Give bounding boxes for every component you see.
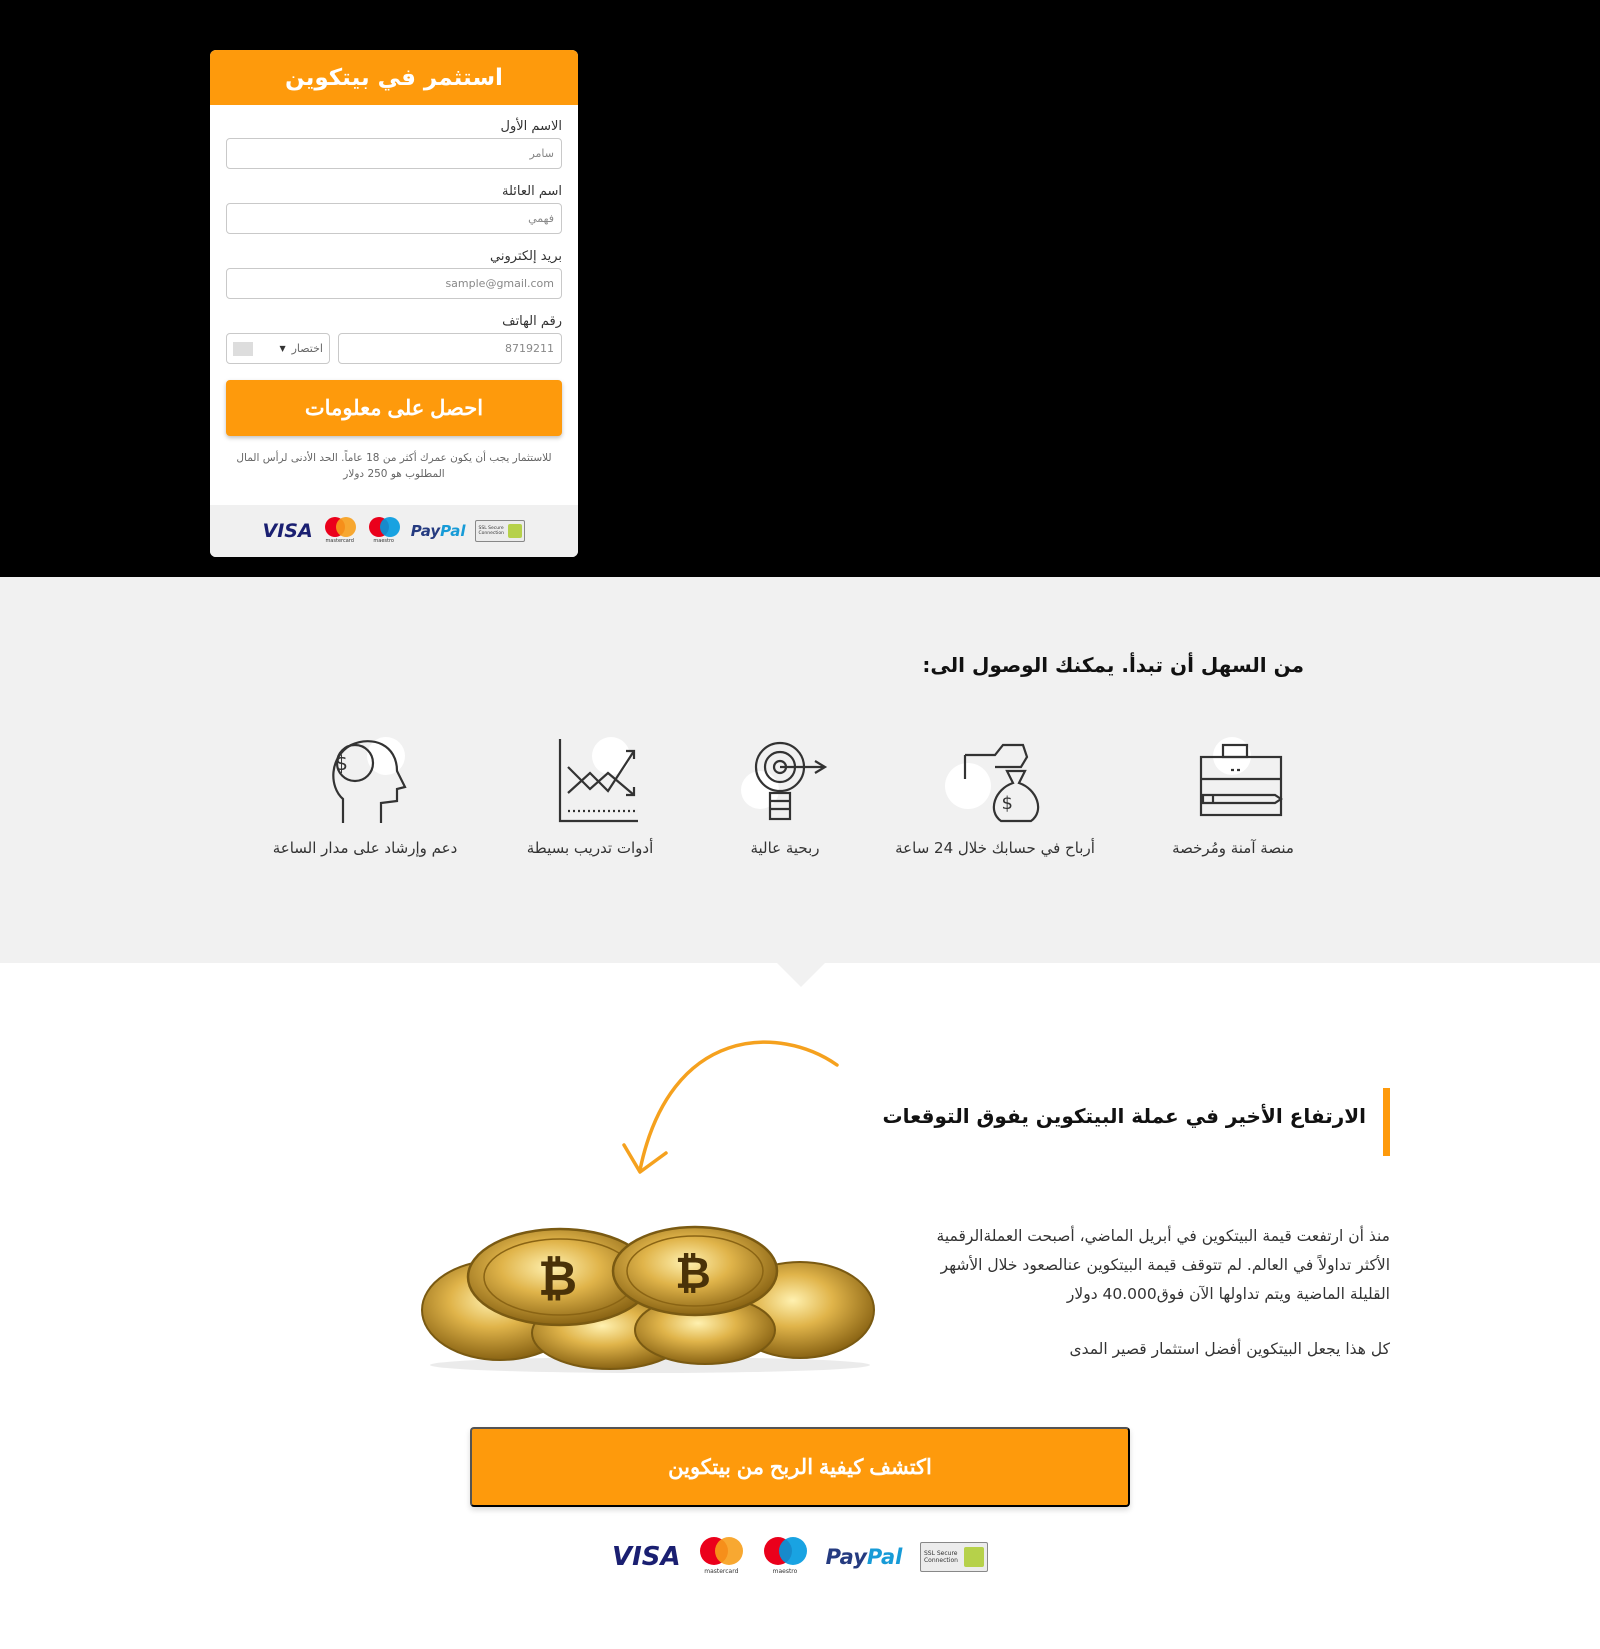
flag-icon: [233, 341, 253, 356]
mastercard-caption: mastercard: [704, 1568, 739, 1575]
maestro-caption: maestro: [373, 538, 394, 544]
feature-item-secure-platform: منصة آمنة ومُرخصة: [1133, 737, 1333, 862]
visa-logo: VISA: [612, 1542, 681, 1572]
article-paragraph: منذ أن ارتفعت قيمة البيتكوين في أبريل ال…: [936, 1227, 1390, 1303]
feature-item-high-profitability: ربحية عالية: [685, 737, 885, 862]
paypal-pay-text: Pay: [410, 522, 441, 540]
feature-item-support: $ دعم وإرشاد على مدار الساعة: [265, 737, 465, 862]
paypal-pay-text: Pay: [825, 1545, 867, 1569]
visa-logo: VISA: [262, 520, 313, 542]
signup-form: استثمر في بيتكوين الاسم الأول سامر اسم ا…: [210, 50, 578, 557]
maestro-logo: maestro: [367, 517, 401, 545]
last-name-field[interactable]: فهمي: [226, 203, 562, 234]
chevron-down-icon: ▼: [279, 344, 286, 353]
svg-text:$: $: [335, 751, 348, 775]
head-dollar-icon: $: [332, 740, 407, 823]
feature-label: دعم وإرشاد على مدار الساعة: [272, 839, 458, 857]
first-name-label: الاسم الأول: [500, 119, 562, 134]
ssl-badge: SSL Secure Connection: [919, 1542, 988, 1572]
hero-section: استثمر في بيتكوين الاسم الأول سامر اسم ا…: [0, 0, 1600, 577]
paypal-logo: PayPal: [411, 522, 466, 540]
submit-button[interactable]: احصل على معلومات: [226, 380, 562, 436]
mastercard-logo: mastercard: [698, 1537, 744, 1577]
maestro-caption: maestro: [772, 1568, 798, 1575]
trading-chart-icon: [558, 739, 638, 823]
maestro-logo: maestro: [762, 1537, 808, 1577]
email-field[interactable]: sample@gmail.com: [226, 268, 562, 299]
ssl-text: SSL Secure Connection: [923, 1550, 958, 1564]
first-name-field[interactable]: سامر: [226, 138, 562, 169]
phone-field[interactable]: 8719211: [338, 333, 562, 364]
money-bag-icon: $: [963, 743, 1040, 823]
svg-text:$: $: [1002, 793, 1013, 814]
svg-text:₿: ₿: [538, 1251, 577, 1307]
features-title: من السهل أن تبدأ. يمكنك الوصول الى:: [922, 653, 1304, 677]
briefcase-icon: [1199, 743, 1283, 817]
lock-icon: [508, 524, 523, 538]
ssl-badge: SSL Secure Connection: [475, 520, 526, 542]
feature-label: منصة آمنة ومُرخصة: [1172, 839, 1294, 857]
payment-logos-bottom: VISA mastercard maestro PayPal SSL Secur…: [612, 1535, 988, 1579]
section-notch: [777, 963, 825, 987]
mastercard-caption: mastercard: [325, 538, 354, 544]
form-disclaimer: للاستثمار يجب أن يكون عمرك أكثر من 18 عا…: [236, 452, 552, 480]
feature-item-training-tools: أدوات تدريب بسيطة: [490, 737, 690, 862]
last-name-label: اسم العائلة: [502, 184, 562, 199]
article-paragraph: كل هذا يجعل البيتكوين أفضل استثمار قصير …: [1069, 1340, 1390, 1358]
curved-arrow-icon: [622, 1040, 839, 1174]
phone-label: رقم الهاتف: [502, 314, 562, 329]
ssl-text: SSL Secure Connection: [478, 526, 504, 536]
lightbulb-target-icon: [754, 741, 828, 821]
paypal-logo: PayPal: [826, 1545, 903, 1569]
paypal-pal-text: Pal: [866, 1545, 903, 1569]
article-body: منذ أن ارتفعت قيمة البيتكوين في أبريل ال…: [920, 1222, 1390, 1364]
cta-button[interactable]: اكتشف كيفية الربح من بيتكوين: [470, 1427, 1130, 1507]
feature-item-24h-profits: $ أرباح في حسابك خلال 24 ساعة: [895, 737, 1095, 862]
svg-text:₿: ₿: [675, 1248, 711, 1299]
mastercard-logo: mastercard: [323, 517, 357, 545]
form-title: استثمر في بيتكوين: [210, 50, 578, 105]
article-title: الارتفاع الأخير في عملة البيتكوين يفوق ا…: [882, 1104, 1367, 1128]
country-code-select[interactable]: اختصار ▼: [226, 333, 330, 364]
bitcoin-coins-image: ₿ ₿: [421, 1225, 875, 1373]
country-code-value: اختصار: [291, 342, 323, 355]
paypal-pal-text: Pal: [440, 522, 466, 540]
payment-logos-strip: VISA mastercard maestro PayPal SSL Secur…: [210, 505, 578, 557]
lock-icon: [964, 1547, 984, 1567]
email-label: بريد إلكتروني: [490, 249, 562, 264]
title-accent-bar: [1383, 1088, 1390, 1156]
feature-label: ربحية عالية: [750, 839, 820, 857]
feature-label: أرباح في حسابك خلال 24 ساعة: [895, 839, 1095, 857]
feature-label: أدوات تدريب بسيطة: [526, 839, 654, 857]
